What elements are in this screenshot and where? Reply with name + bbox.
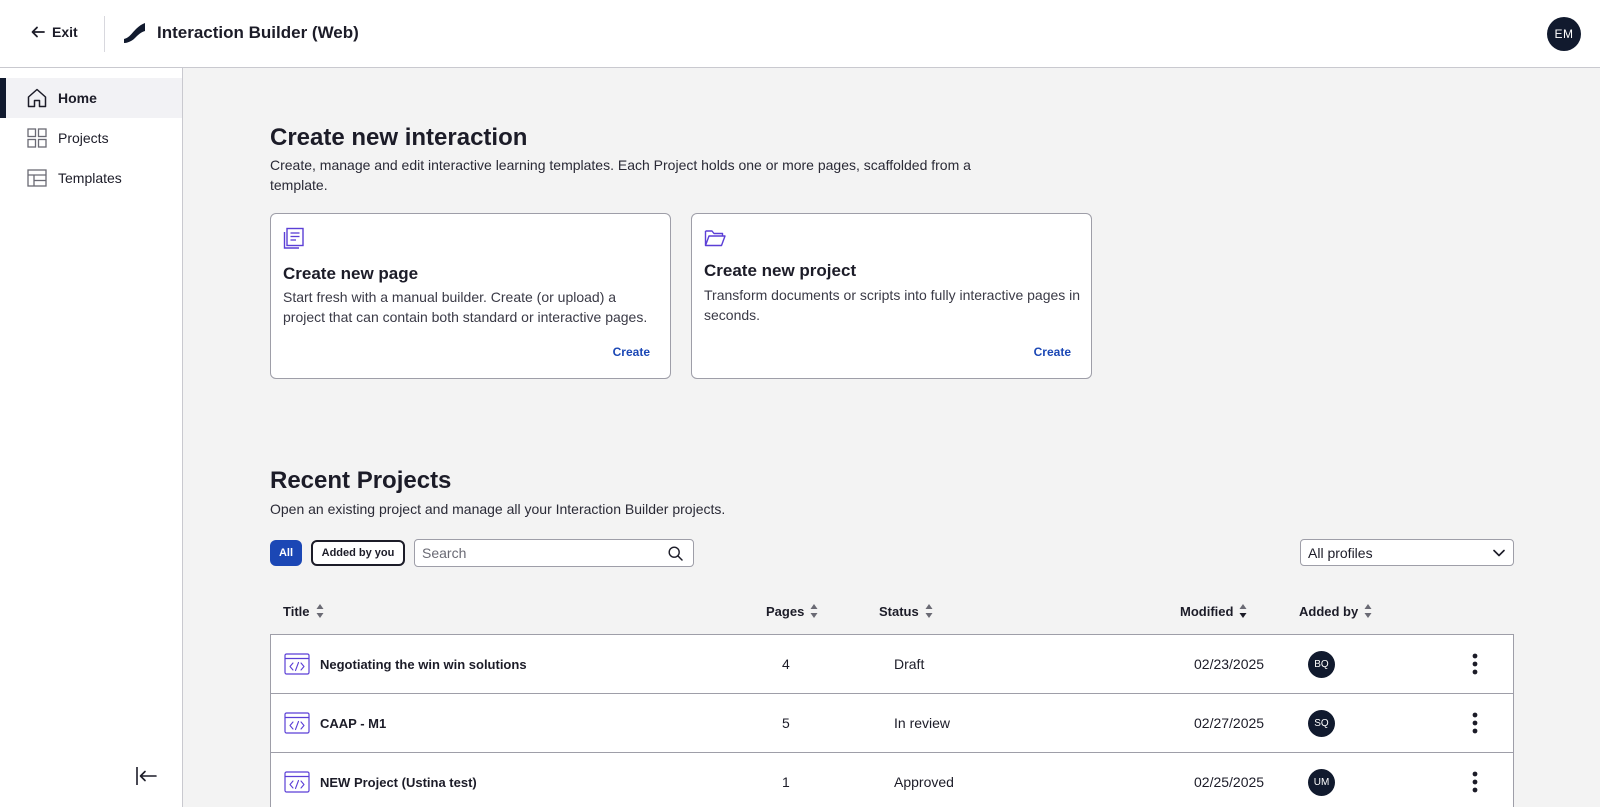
search-input[interactable] xyxy=(415,540,660,566)
user-avatar[interactable]: EM xyxy=(1547,17,1581,51)
search-icon[interactable] xyxy=(668,546,683,561)
column-header-label: Pages xyxy=(766,603,805,619)
sidebar: Home Projects Templates xyxy=(0,68,183,807)
row-status: Approved xyxy=(894,774,954,790)
sort-icon xyxy=(810,604,818,618)
document-icon xyxy=(283,227,304,249)
table-row[interactable]: NEW Project (Ustina test) 1 Approved 02/… xyxy=(270,752,1514,807)
row-pages: 5 xyxy=(782,715,790,731)
create-project-card[interactable]: Create new project Transform documents o… xyxy=(691,213,1092,379)
column-header-added-by[interactable]: Added by xyxy=(1299,603,1372,619)
sidebar-item-projects[interactable]: Projects xyxy=(0,118,182,158)
exit-label: Exit xyxy=(52,24,78,40)
code-page-icon xyxy=(284,771,310,793)
row-modified: 02/27/2025 xyxy=(1194,715,1265,731)
chevron-down-icon xyxy=(1493,549,1505,557)
row-title[interactable]: CAAP - M1 xyxy=(320,716,386,731)
profile-select[interactable]: All profiles xyxy=(1300,539,1514,566)
search-field xyxy=(414,539,694,567)
collapse-sidebar-icon[interactable] xyxy=(134,764,158,788)
profile-select-value: All profiles xyxy=(1308,544,1373,561)
more-options-icon[interactable] xyxy=(1470,711,1480,735)
more-options-icon[interactable] xyxy=(1470,770,1480,794)
code-page-icon xyxy=(284,653,310,675)
recent-section-description: Open an existing project and manage all … xyxy=(270,501,726,517)
grid-icon xyxy=(27,128,47,148)
sort-icon xyxy=(316,604,323,618)
row-modified: 02/25/2025 xyxy=(1194,774,1265,790)
column-header-title[interactable]: Title xyxy=(283,603,324,619)
code-page-icon xyxy=(284,712,310,734)
app-title: Interaction Builder (Web) xyxy=(157,23,359,42)
sort-icon xyxy=(1364,604,1372,618)
sort-icon xyxy=(1239,604,1247,618)
row-status: Draft xyxy=(894,656,925,672)
create-page-link[interactable]: Create xyxy=(613,345,650,359)
row-modified: 02/23/2025 xyxy=(1194,656,1265,672)
sort-icon xyxy=(925,604,933,618)
column-header-label: Added by xyxy=(1299,603,1359,619)
create-project-link[interactable]: Create xyxy=(1034,345,1071,359)
column-header-label: Status xyxy=(879,603,919,619)
folder-icon xyxy=(704,230,726,247)
filter-added-by-you-button[interactable]: Added by you xyxy=(311,540,405,566)
column-header-pages[interactable]: Pages xyxy=(766,603,818,619)
table-row[interactable]: Negotiating the win win solutions 4 Draf… xyxy=(270,634,1514,694)
card-title: Create new page xyxy=(283,264,419,283)
column-header-label: Modified xyxy=(1180,603,1234,619)
home-icon xyxy=(27,88,47,108)
filter-all-button[interactable]: All xyxy=(270,540,302,566)
column-header-label: Title xyxy=(283,603,310,619)
column-header-status[interactable]: Status xyxy=(879,603,933,619)
create-page-card[interactable]: Create new page Start fresh with a manua… xyxy=(270,213,671,379)
brand-logo-icon xyxy=(124,23,145,43)
card-description: Start fresh with a manual builder. Creat… xyxy=(283,289,648,325)
column-header-modified[interactable]: Modified xyxy=(1180,603,1247,619)
header-divider xyxy=(104,16,105,52)
card-description: Transform documents or scripts into full… xyxy=(704,287,1081,323)
row-title-cell: NEW Project (Ustina test) xyxy=(284,753,477,807)
app-header: Exit Interaction Builder (Web) EM xyxy=(0,0,1600,68)
row-pages: 4 xyxy=(782,656,790,672)
sidebar-item-home[interactable]: Home xyxy=(0,78,182,118)
row-title[interactable]: Negotiating the win win solutions xyxy=(320,657,527,672)
exit-button[interactable]: Exit xyxy=(30,24,78,40)
avatar: BQ xyxy=(1308,651,1335,678)
sidebar-item-templates[interactable]: Templates xyxy=(0,158,182,198)
avatar: SQ xyxy=(1308,710,1335,737)
arrow-left-icon xyxy=(31,26,45,38)
sidebar-item-label: Home xyxy=(58,90,97,106)
template-icon xyxy=(27,169,47,187)
row-pages: 1 xyxy=(782,774,790,790)
create-section-title: Create new interaction xyxy=(270,124,528,151)
more-options-icon[interactable] xyxy=(1470,652,1480,676)
row-title-cell: Negotiating the win win solutions xyxy=(284,635,527,693)
row-title-cell: CAAP - M1 xyxy=(284,694,386,752)
table-row[interactable]: CAAP - M1 5 In review 02/27/2025 SQ xyxy=(270,693,1514,753)
avatar: UM xyxy=(1308,769,1335,796)
sidebar-item-label: Templates xyxy=(58,170,122,186)
row-status: In review xyxy=(894,715,951,731)
create-section-description: Create, manage and edit interactive lear… xyxy=(270,157,971,193)
sidebar-item-label: Projects xyxy=(58,130,109,146)
row-title[interactable]: NEW Project (Ustina test) xyxy=(320,775,477,790)
recent-section-title: Recent Projects xyxy=(270,467,452,494)
card-title: Create new project xyxy=(704,261,857,280)
